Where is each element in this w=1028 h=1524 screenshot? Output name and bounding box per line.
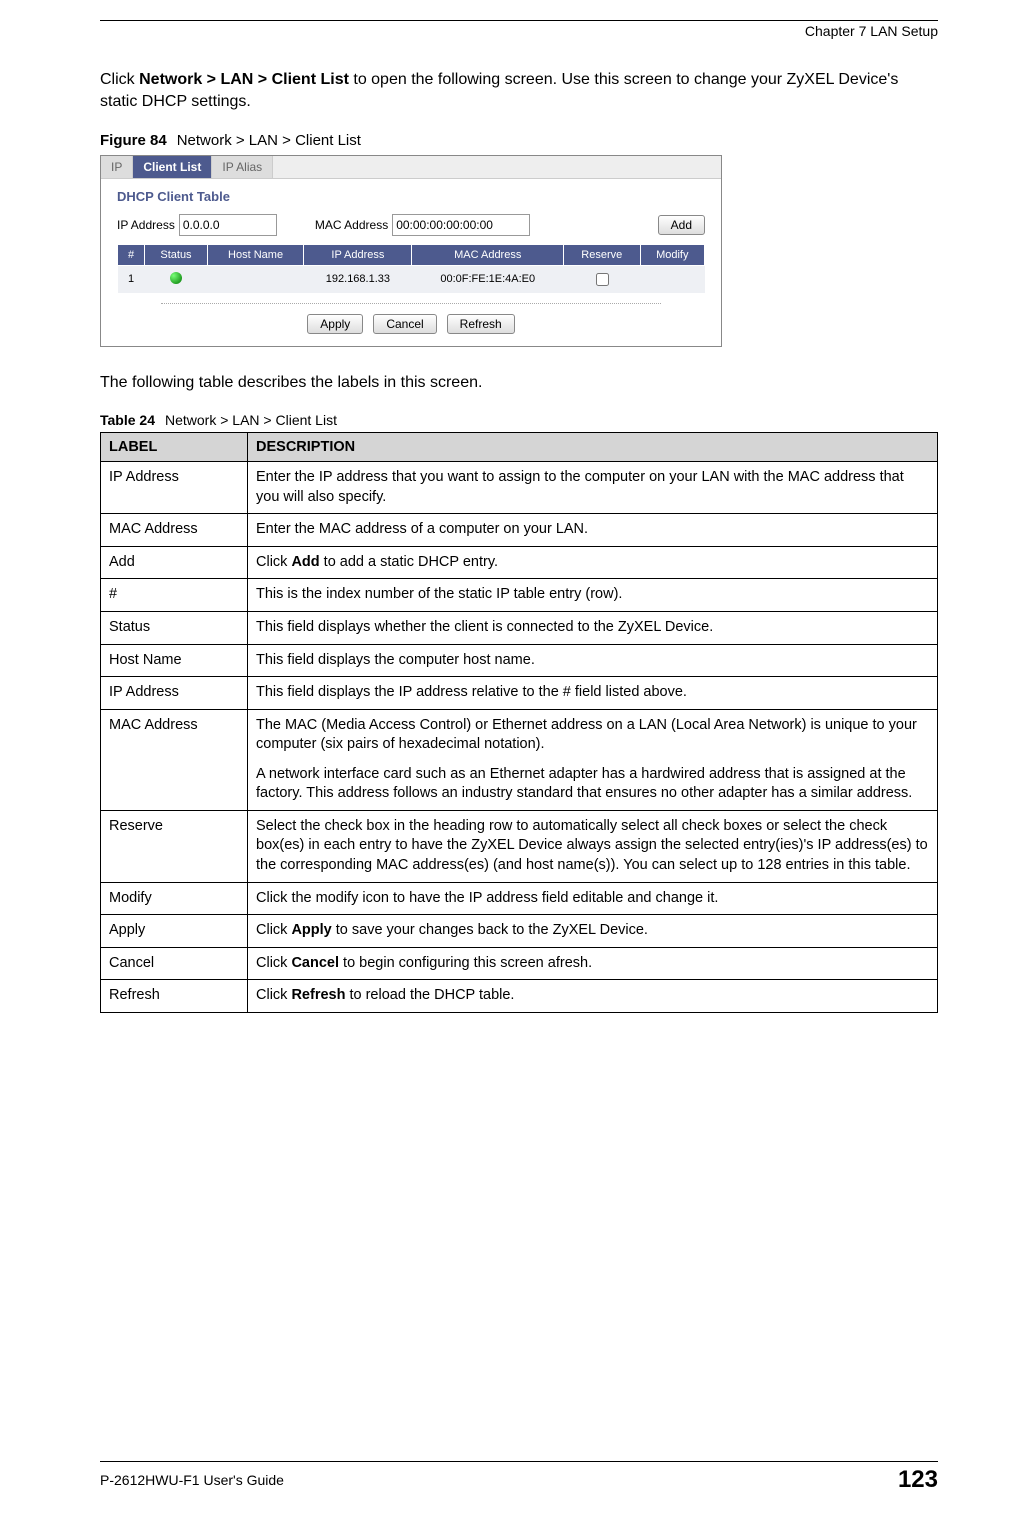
col-reserve: Reserve [563, 244, 640, 265]
table-row: ReserveSelect the check box in the headi… [101, 810, 938, 882]
cancel-button[interactable]: Cancel [373, 314, 436, 334]
add-button[interactable]: Add [658, 215, 705, 235]
table-row: 1 192.168.1.33 00:0F:FE:1E:4A:E0 [118, 265, 705, 293]
refresh-button[interactable]: Refresh [447, 314, 515, 334]
ip-address-label: IP Address [117, 218, 175, 232]
table-row: RefreshClick Refresh to reload the DHCP … [101, 980, 938, 1013]
table-row: ApplyClick Apply to save your changes ba… [101, 915, 938, 948]
footer-guide: P-2612HWU-F1 User's Guide [100, 1472, 284, 1488]
table-row: CancelClick Cancel to begin configuring … [101, 947, 938, 980]
dhcp-client-table: # Status Host Name IP Address MAC Addres… [117, 244, 705, 293]
reserve-checkbox[interactable] [596, 273, 609, 286]
cell-status [145, 265, 208, 293]
cell-mac: 00:0F:FE:1E:4A:E0 [412, 265, 563, 293]
tab-ip[interactable]: IP [101, 156, 133, 178]
figure-caption: Figure 84Network > LAN > Client List [100, 132, 938, 149]
cell-host [207, 265, 304, 293]
cell-modify [640, 265, 704, 293]
col-num: # [118, 244, 145, 265]
mid-paragraph: The following table describes the labels… [100, 372, 938, 394]
page-number: 123 [898, 1466, 938, 1494]
table-row: ModifyClick the modify icon to have the … [101, 882, 938, 915]
cell-ip: 192.168.1.33 [304, 265, 412, 293]
col-ip: IP Address [304, 244, 412, 265]
description-table: LABEL DESCRIPTION IP AddressEnter the IP… [100, 432, 938, 1013]
table-row: Host NameThis field displays the compute… [101, 644, 938, 677]
table-row: AddClick Add to add a static DHCP entry. [101, 546, 938, 579]
table-row: #This is the index number of the static … [101, 579, 938, 612]
apply-button[interactable]: Apply [307, 314, 363, 334]
intro-paragraph: Click Network > LAN > Client List to ope… [100, 69, 938, 114]
chapter-header: Chapter 7 LAN Setup [100, 23, 938, 39]
col-status: Status [145, 244, 208, 265]
tab-client-list[interactable]: Client List [133, 156, 212, 178]
col-modify: Modify [640, 244, 704, 265]
ip-address-input[interactable] [179, 214, 277, 236]
mac-address-input[interactable] [392, 214, 530, 236]
th-desc: DESCRIPTION [248, 433, 938, 462]
table-caption: Table 24Network > LAN > Client List [100, 412, 938, 428]
cell-reserve [563, 265, 640, 293]
status-icon [170, 272, 182, 284]
col-mac: MAC Address [412, 244, 563, 265]
intro-nav-bold: Network > LAN > Client List [139, 71, 349, 88]
section-title: DHCP Client Table [101, 179, 721, 210]
tab-ip-alias[interactable]: IP Alias [212, 156, 273, 178]
col-host: Host Name [207, 244, 304, 265]
th-label: LABEL [101, 433, 248, 462]
table-row: MAC AddressThe MAC (Media Access Control… [101, 709, 938, 810]
table-row: StatusThis field displays whether the cl… [101, 611, 938, 644]
table-row: IP AddressThis field displays the IP add… [101, 677, 938, 710]
mac-address-label: MAC Address [315, 218, 388, 232]
table-row: IP AddressEnter the IP address that you … [101, 462, 938, 514]
screenshot-figure: IP Client List IP Alias DHCP Client Tabl… [100, 155, 722, 347]
cell-num: 1 [118, 265, 145, 293]
table-row: MAC AddressEnter the MAC address of a co… [101, 514, 938, 547]
